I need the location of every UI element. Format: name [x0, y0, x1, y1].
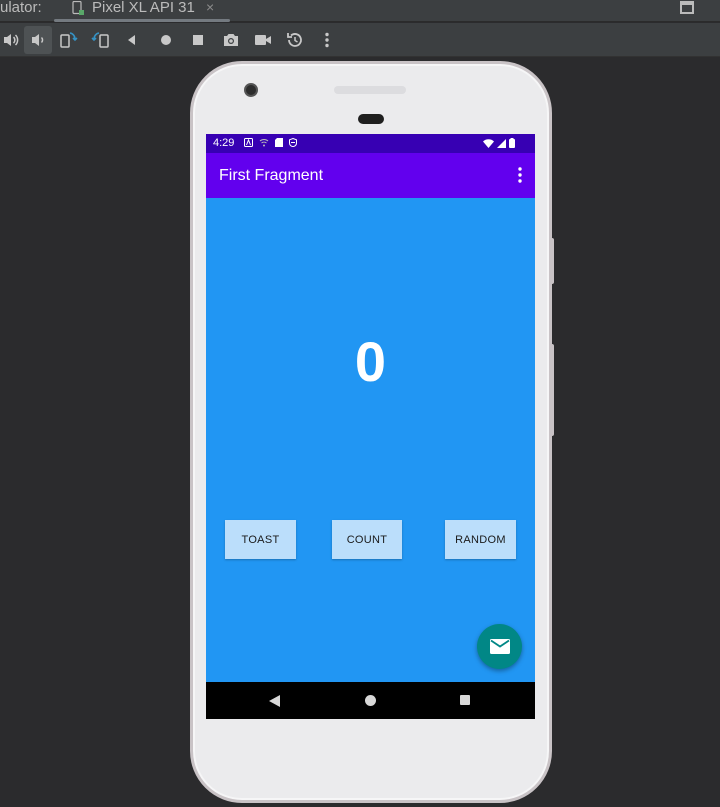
volume-rocker[interactable]	[550, 344, 554, 436]
rotate-left-icon[interactable]	[54, 26, 82, 54]
counter-text: 0	[354, 330, 387, 393]
tab-active-indicator	[54, 19, 230, 22]
shield-icon	[289, 138, 297, 147]
snapshot-icon[interactable]	[281, 26, 309, 54]
wifi-icon	[483, 138, 494, 148]
random-button[interactable]: RANDOM	[445, 520, 516, 559]
app-bar-title: First Fragment	[219, 167, 324, 184]
notification-a-icon	[244, 138, 253, 147]
nav-home-icon[interactable]	[365, 695, 376, 706]
screenshot-icon[interactable]	[217, 26, 245, 54]
more-icon[interactable]	[313, 26, 341, 54]
proximity-sensor	[358, 114, 384, 124]
toast-button[interactable]: TOAST	[225, 520, 296, 559]
nav-back-icon[interactable]	[269, 695, 280, 707]
navigation-bar	[206, 682, 535, 719]
tab-close-icon[interactable]: ×	[206, 0, 214, 14]
device-screen[interactable]: 4:29 First Fragment 0 TOAST COUNT RANDOM	[206, 134, 535, 719]
count-button[interactable]: COUNT	[332, 520, 402, 559]
overflow-menu-icon[interactable]	[518, 167, 522, 183]
emulator-panel-label: ulator:	[0, 0, 42, 16]
app-bar: First Fragment	[206, 153, 535, 198]
notification-icons	[244, 138, 297, 147]
front-camera	[244, 83, 258, 97]
power-button[interactable]	[550, 238, 554, 284]
device-tab[interactable]: Pixel XL API 31 ×	[54, 0, 230, 22]
sd-card-icon	[275, 138, 283, 147]
emulator-tab-bar: ulator: Pixel XL API 31 ×	[0, 0, 720, 22]
status-bar: 4:29	[206, 134, 535, 153]
email-icon	[489, 639, 510, 654]
back-icon[interactable]	[118, 26, 146, 54]
status-time: 4:29	[213, 137, 235, 149]
volume-down-icon[interactable]	[24, 26, 52, 54]
email-fab[interactable]	[477, 624, 522, 669]
device-tab-label: Pixel XL API 31	[92, 0, 195, 16]
home-icon[interactable]	[152, 26, 180, 54]
device-icon	[72, 1, 84, 15]
volume-up-icon[interactable]	[0, 26, 25, 54]
wifi-notification-icon	[259, 139, 269, 147]
rotate-right-icon[interactable]	[87, 26, 115, 54]
screen-record-icon[interactable]	[249, 26, 277, 54]
overview-icon[interactable]	[184, 26, 212, 54]
system-status-icons	[483, 138, 515, 148]
cell-signal-icon	[497, 138, 506, 148]
restore-window-icon[interactable]	[680, 1, 694, 14]
nav-recents-icon[interactable]	[460, 695, 470, 705]
battery-icon	[509, 138, 515, 148]
earpiece-speaker	[334, 86, 406, 94]
emulator-toolbar	[0, 23, 720, 57]
